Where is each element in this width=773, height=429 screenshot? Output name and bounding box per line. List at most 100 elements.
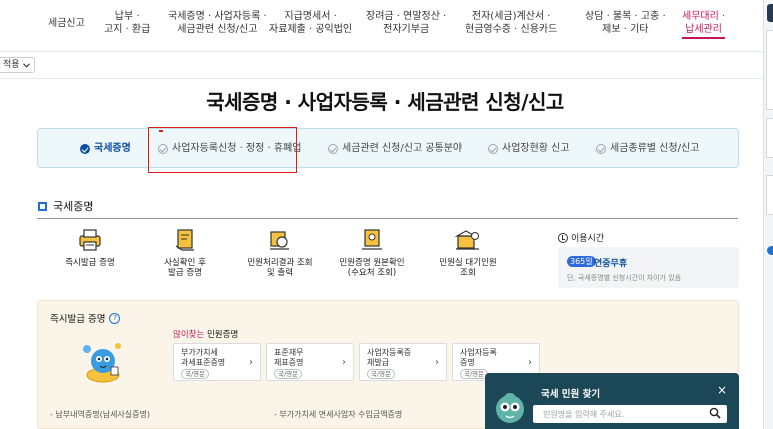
nav-label-line1: 전자(세금)계산서 ·: [471, 11, 551, 22]
tab-tax-certificate[interactable]: 국세증명: [80, 142, 131, 155]
mascot-icon: [491, 387, 529, 427]
nav-item-payment-statement[interactable]: 지급명세서 · 자료제출 · 공익법인: [269, 10, 352, 36]
side-tab[interactable]: [767, 4, 773, 22]
popular-label: 많이찾는 민원증명: [173, 328, 238, 340]
service-fact-check[interactable]: 사실확인 후 발급 증명: [140, 228, 230, 278]
hours-value: 연중무휴: [594, 259, 628, 269]
list-item[interactable]: - 납부내역증명(납세사실증명): [50, 409, 150, 420]
check-icon: [328, 143, 338, 154]
apply-dropdown[interactable]: 적용: [0, 57, 35, 73]
service-label: 민원실 대기인원 조회: [439, 258, 497, 278]
list-item[interactable]: - 부가가치세 면세사업자 수입금액증명: [274, 409, 402, 420]
hours-note: 단, 국세증명별 신청시간이 차이가 있음: [567, 274, 682, 282]
section-divider: [37, 218, 738, 219]
certificate-icon: [359, 228, 385, 252]
service-label: 민원처리결과 조회 및 출력: [247, 258, 313, 278]
tab-business-status-report[interactable]: 사업장현황 신고: [488, 142, 570, 155]
nav-label-line2: 제보 · 기타: [602, 24, 649, 35]
check-icon: [596, 143, 606, 154]
side-box: [766, 175, 773, 215]
civil-service-search-input[interactable]: 민원명을 입력해 주세요.: [533, 405, 727, 423]
service-result-lookup[interactable]: 민원처리결과 조회 및 출력: [235, 228, 325, 278]
nav-label-line1: 납부 ·: [114, 11, 140, 22]
nav-label-line1: 지급명세서 ·: [284, 11, 337, 22]
check-icon: [80, 143, 90, 154]
nav-label-line2: 납세관리: [682, 23, 726, 39]
popular-card[interactable]: 부가가치세 과세표준증명 국/영문 ›: [173, 343, 261, 381]
nav-item-certificate[interactable]: 국세증명 · 사업자등록 · 세금관련 신청/신고: [168, 10, 267, 36]
top-navigation: 세금신고 납부 · 고지 · 환급 국세증명 · 사업자등록 · 세금관련 신청…: [0, 0, 763, 52]
document-check-icon: [172, 228, 198, 252]
help-icon[interactable]: ?: [109, 312, 121, 324]
tab-label: 사업장현황 신고: [502, 143, 570, 154]
chevron-down-icon: [22, 62, 30, 68]
section-title: 국세증명: [53, 200, 94, 213]
tab-label: 국세증명: [94, 143, 131, 154]
divider: [0, 78, 763, 79]
chevron-right-icon: ›: [342, 357, 346, 368]
service-label: 사실확인 후 발급 증명: [164, 258, 206, 278]
highlight-mark: [159, 130, 163, 132]
language-tag: 국/영문: [460, 369, 489, 379]
badge-365: 365일: [567, 256, 596, 267]
right-side-panel: [763, 0, 773, 429]
apply-dropdown-label: 적용: [3, 60, 20, 70]
tab-label: 세금관련 신청/신고 공통분야: [342, 143, 463, 154]
service-original-verify[interactable]: 민원증명 원본확인 (수요처 조회): [327, 228, 417, 278]
printer-icon: [77, 228, 103, 252]
close-icon[interactable]: ×: [717, 383, 727, 397]
service-label: 즉시발급 증명: [65, 258, 115, 268]
nav-item-incentive[interactable]: 장려금 · 연말정산 · 전자기부금: [366, 10, 446, 36]
language-tag: 국/영문: [367, 369, 396, 379]
chevron-right-icon: ›: [435, 357, 439, 368]
nav-item-e-invoice[interactable]: 전자(세금)계산서 · 현금영수증 · 신용카드: [465, 10, 557, 36]
check-icon: [488, 143, 498, 154]
chevron-right-icon: ›: [528, 357, 532, 368]
nav-label-line2: 전자기부금: [383, 24, 430, 35]
language-tag: 국/영문: [181, 369, 210, 379]
tab-tax-type-applications[interactable]: 세금종류별 신청/신고: [596, 142, 699, 155]
civil-service-finder-widget: 국세 민원 찾기 × 민원명을 입력해 주세요.: [485, 373, 739, 429]
hours-title: 이용시간: [571, 234, 605, 244]
popular-prefix: 많이찾는: [173, 330, 205, 340]
service-waiting-count[interactable]: 민원실 대기인원 조회: [423, 228, 513, 278]
nav-item-tax-filing[interactable]: 세금신고: [48, 17, 85, 30]
nav-label-line2: 고지 · 환급: [104, 24, 151, 35]
popular-suffix: 민원증명: [204, 330, 239, 340]
service-label: 민원증명 원본확인 (수요처 조회): [339, 258, 405, 278]
tab-common-applications[interactable]: 세금관련 신청/신고 공통분야: [328, 142, 462, 155]
panel-title-text: 즉시발급 증명: [50, 314, 106, 325]
side-indicator-dot[interactable]: [767, 246, 773, 255]
service-instant-issue[interactable]: 즉시발급 증명: [45, 228, 135, 268]
page: 세금신고 납부 · 고지 · 환급 국세증명 · 사업자등록 · 세금관련 신청…: [0, 0, 773, 429]
nav-label-line1: 세무대리 ·: [682, 11, 726, 22]
panel-title: 즉시발급 증명 ?: [50, 311, 121, 325]
nav-label-line1: 국세증명 · 사업자등록 ·: [168, 11, 267, 22]
nav-item-payment[interactable]: 납부 · 고지 · 환급: [104, 10, 150, 36]
widget-title: 국세 민원 찾기: [541, 389, 601, 400]
section-heading: 국세증명: [38, 198, 93, 214]
nav-label-line1: 장려금 · 연말정산 ·: [366, 11, 447, 22]
search-placeholder: 민원명을 입력해 주세요.: [543, 410, 625, 419]
popular-card[interactable]: 표준재무 제표증명 국/영문 ›: [266, 343, 354, 381]
nav-label-line2: 세금관련 신청/신고: [177, 24, 258, 35]
highlight-box: [148, 127, 297, 173]
mascot-illustration: [78, 337, 128, 385]
hours-box: 365일 연중무휴 단, 국세증명별 신청시간이 차이가 있음: [558, 247, 739, 288]
nav-item-consultation[interactable]: 상담 · 불복 · 고충 · 제보 · 기타: [585, 10, 666, 36]
language-tag: 국/영문: [274, 369, 303, 379]
side-box: [766, 118, 773, 158]
nav-label: 세금신고: [48, 18, 85, 29]
nav-label-line1: 상담 · 불복 · 고충 ·: [585, 11, 666, 22]
clock-icon: [558, 232, 568, 243]
search-icon[interactable]: [709, 407, 721, 419]
hours-heading: 이용시간: [558, 231, 604, 244]
tab-bar: 국세증명 사업자등록신청 · 정정 · 휴폐업 세금관련 신청/신고 공통분야 …: [37, 128, 739, 168]
square-bullet-icon: [38, 201, 47, 211]
nav-label-line2: 자료제출 · 공익법인: [269, 24, 353, 35]
printout-icon: [267, 228, 293, 252]
nav-label-line2: 현금영수증 · 신용카드: [465, 24, 558, 35]
popular-card[interactable]: 사업자등록증 재발급 국/영문 ›: [359, 343, 447, 381]
nav-item-tax-agent[interactable]: 세무대리 · 납세관리: [682, 10, 726, 39]
chevron-right-icon: ›: [249, 357, 253, 368]
